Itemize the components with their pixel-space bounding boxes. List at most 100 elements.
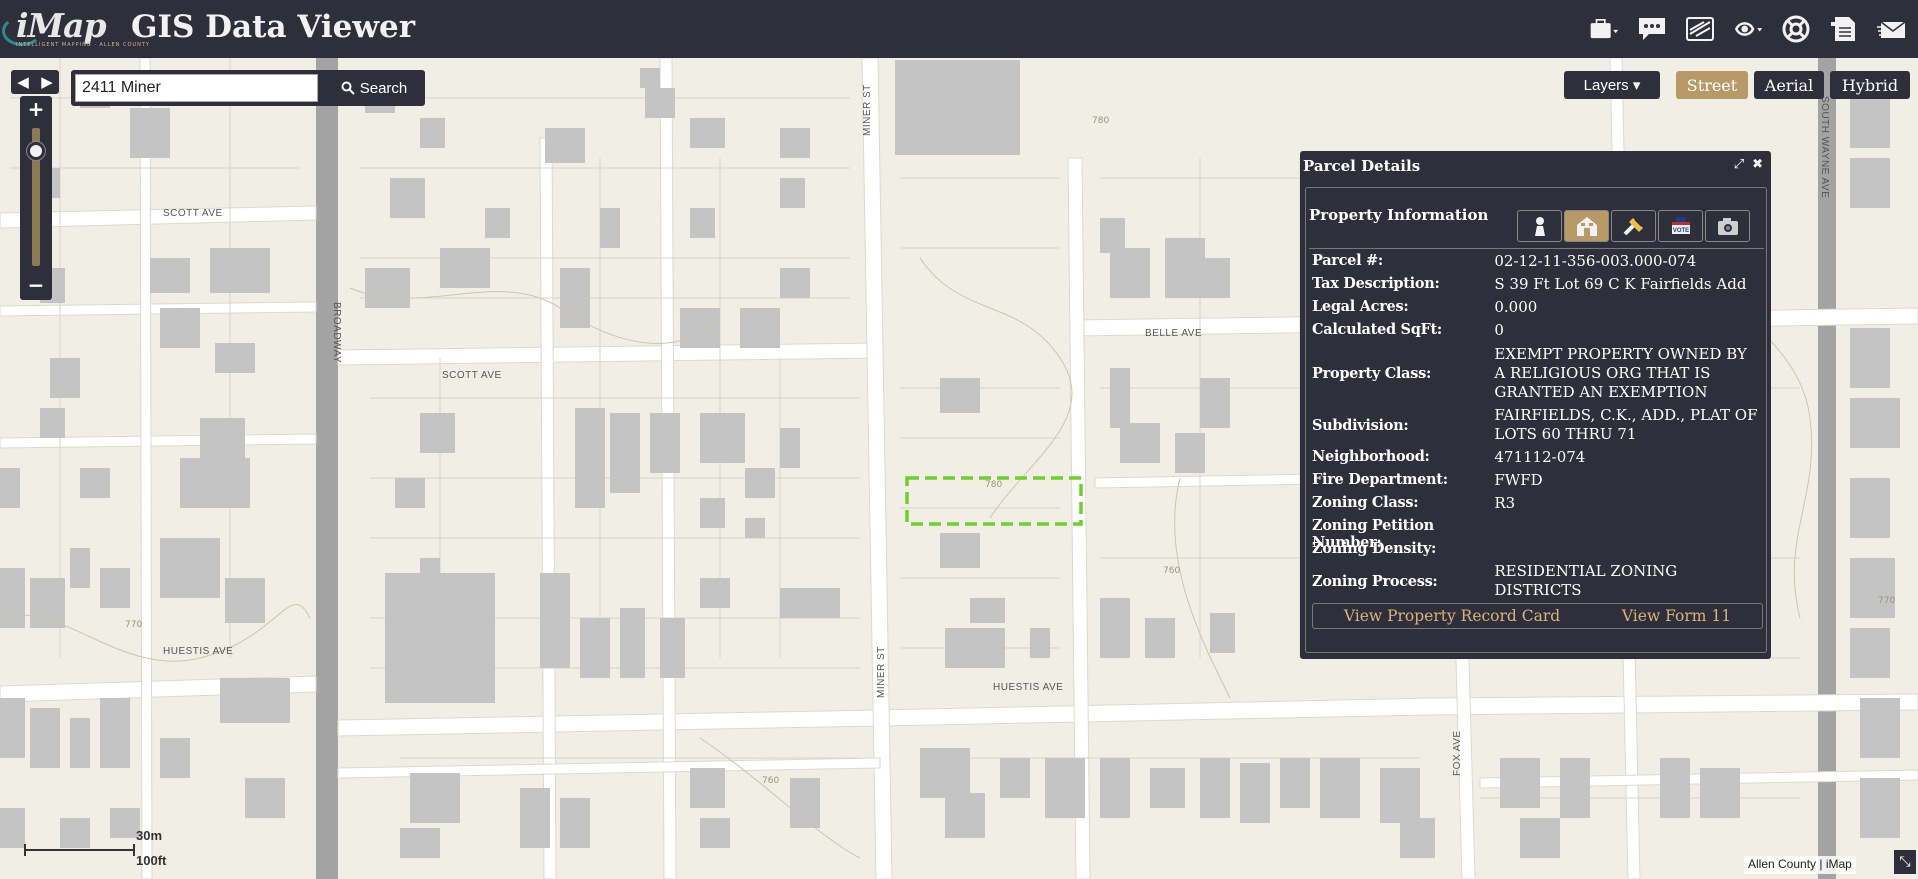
back-arrow-icon[interactable]: ◀ xyxy=(17,73,29,91)
row-label: Zoning Density: xyxy=(1312,540,1437,557)
table-row: Zoning Process: RESIDENTIAL ZONING DISTR… xyxy=(1312,561,1762,601)
contour-label: 760 xyxy=(762,776,780,786)
owner-tab[interactable] xyxy=(1517,210,1562,242)
row-label: Neighborhood: xyxy=(1312,448,1430,465)
row-label: Tax Description: xyxy=(1312,275,1440,292)
zoom-in-button[interactable]: + xyxy=(24,98,48,120)
document-icon[interactable] xyxy=(1828,13,1860,45)
zoom-control: + − xyxy=(20,96,52,300)
street-label: BELLE AVE xyxy=(1145,328,1203,339)
row-value: 0 xyxy=(1494,321,1504,339)
table-row: Property Class: EXEMPT PROPERTY OWNED BY… xyxy=(1312,344,1762,402)
row-value: 471112-074 xyxy=(1494,448,1586,466)
street-label: SCOTT AVE xyxy=(163,208,223,219)
row-label: Parcel #: xyxy=(1312,252,1383,269)
row-value: FAIRFIELDS, C.K., ADD., PLAT OF LOTS 60 … xyxy=(1494,406,1758,443)
street-label: BROADWAY xyxy=(331,302,342,364)
panel-controls: ⤢ ✖ xyxy=(1734,157,1763,172)
contour-label: 780 xyxy=(1092,116,1110,126)
table-row: Tax Description: S 39 Ft Lot 69 C K Fair… xyxy=(1312,275,1762,294)
row-label: Zoning Class: xyxy=(1312,494,1419,511)
broadway-road xyxy=(316,58,338,879)
permits-tab[interactable] xyxy=(1611,210,1656,242)
search-icon xyxy=(341,81,355,95)
table-row: Subdivision: FAIRFIELDS, C.K., ADD., PLA… xyxy=(1312,405,1762,445)
app: SCOTT AVE SCOTT AVE BROADWAY MINER ST MI… xyxy=(0,0,1918,879)
search-button[interactable]: Search xyxy=(327,74,421,102)
mail-icon[interactable] xyxy=(1876,13,1908,45)
row-value xyxy=(1494,540,1762,557)
help-icon[interactable] xyxy=(1780,13,1812,45)
table-row: Zoning Class: R3 xyxy=(1312,494,1762,513)
app-title: GIS Data Viewer xyxy=(131,9,416,45)
zoom-slider-handle[interactable] xyxy=(27,142,45,160)
row-value: 0.000 xyxy=(1494,298,1538,316)
row-label: Property Class: xyxy=(1312,364,1432,382)
parcel-details-panel: Parcel Details ⤢ ✖ Property Information … xyxy=(1300,151,1771,659)
forward-arrow-icon[interactable]: ▶ xyxy=(41,73,53,91)
owner-icon xyxy=(1534,217,1545,236)
history-nav: ◀ ▶ xyxy=(11,70,59,94)
basemap-hybrid-button[interactable]: Hybrid xyxy=(1830,71,1910,99)
contour-label: 770 xyxy=(125,620,143,630)
zoom-out-button[interactable]: − xyxy=(24,274,48,296)
panel-title: Parcel Details xyxy=(1303,157,1421,175)
view-property-record-card-link[interactable]: View Property Record Card xyxy=(1344,607,1560,625)
vote-icon: VOTE xyxy=(1671,217,1690,234)
street-label: HUESTIS AVE xyxy=(993,682,1064,693)
vote-text: VOTE xyxy=(1672,228,1688,234)
contour-label: 760 xyxy=(1163,566,1181,576)
map-print-icon[interactable] xyxy=(1684,13,1716,45)
share-icon[interactable] xyxy=(1732,13,1764,45)
table-row: Legal Acres: 0.000 xyxy=(1312,298,1762,317)
row-label: Fire Department: xyxy=(1312,471,1448,488)
briefcase-icon[interactable] xyxy=(1588,13,1620,45)
street-label: SOUTH WAYNE AVE xyxy=(1819,96,1830,199)
camera-icon xyxy=(1717,218,1738,235)
table-row: Fire Department: FWFD xyxy=(1312,471,1762,490)
search-button-label: Search xyxy=(359,79,408,97)
table-row: Calculated SqFt: 0 xyxy=(1312,321,1762,340)
contour-label: 780 xyxy=(985,480,1003,490)
section-title: Property Information xyxy=(1309,206,1489,224)
row-value: EXEMPT PROPERTY OWNED BY A RELIGIOUS ORG… xyxy=(1494,344,1747,401)
street-label: SCOTT AVE xyxy=(442,370,502,381)
property-tabs: VOTE xyxy=(1517,210,1750,242)
row-value: S 39 Ft Lot 69 C K Fairfields Add xyxy=(1494,275,1747,293)
close-icon[interactable]: ✖ xyxy=(1752,157,1763,172)
app-header: iMap INTELLIGENT MAPPING · ALLEN COUNTY … xyxy=(0,0,1918,58)
search-input[interactable] xyxy=(75,74,318,102)
contour-label: 770 xyxy=(1878,596,1896,606)
street-label: HUESTIS AVE xyxy=(163,646,234,657)
table-row: Neighborhood: 471112-074 xyxy=(1312,448,1762,467)
property-icon xyxy=(1576,217,1597,236)
scale-imperial: 100ft xyxy=(136,853,167,868)
property-tab[interactable] xyxy=(1564,210,1609,242)
imap-logo[interactable]: iMap INTELLIGENT MAPPING · ALLEN COUNTY xyxy=(2,4,149,52)
row-label: Calculated SqFt: xyxy=(1312,321,1442,338)
scale-metric: 30m xyxy=(136,828,163,843)
property-table: Parcel #: 02-12-11-356-003.000-074 Tax D… xyxy=(1309,248,1764,650)
search-bar: Search xyxy=(71,70,425,106)
row-label: Zoning Process: xyxy=(1312,572,1438,590)
row-value: RESIDENTIAL ZONING DISTRICTS xyxy=(1494,562,1678,599)
property-information-section: Property Information VOTE Parcel #: 02-1… xyxy=(1305,187,1767,653)
logo-subtext: INTELLIGENT MAPPING · ALLEN COUNTY xyxy=(16,42,150,48)
fullscreen-icon[interactable]: ⤡ xyxy=(1894,850,1916,874)
map-attribution: Allen County | iMap xyxy=(1744,856,1856,874)
view-form-11-link[interactable]: View Form 11 xyxy=(1622,607,1731,625)
photo-tab[interactable] xyxy=(1705,210,1750,242)
row-value: 02-12-11-356-003.000-074 xyxy=(1494,252,1697,270)
layers-dropdown[interactable]: Layers ▾ xyxy=(1564,71,1660,99)
vote-tab[interactable]: VOTE xyxy=(1658,210,1703,242)
row-value: FWFD xyxy=(1494,471,1543,489)
property-links: View Property Record Card View Form 11 xyxy=(1312,603,1763,629)
row-value: R3 xyxy=(1494,494,1516,512)
table-row: Parcel #: 02-12-11-356-003.000-074 xyxy=(1312,252,1762,271)
basemap-aerial-button[interactable]: Aerial xyxy=(1754,71,1824,99)
comment-icon[interactable] xyxy=(1636,13,1668,45)
row-label: Legal Acres: xyxy=(1312,298,1409,315)
basemap-street-button[interactable]: Street xyxy=(1676,71,1748,99)
header-toolbar xyxy=(1588,13,1908,45)
expand-icon[interactable]: ⤢ xyxy=(1734,157,1744,172)
